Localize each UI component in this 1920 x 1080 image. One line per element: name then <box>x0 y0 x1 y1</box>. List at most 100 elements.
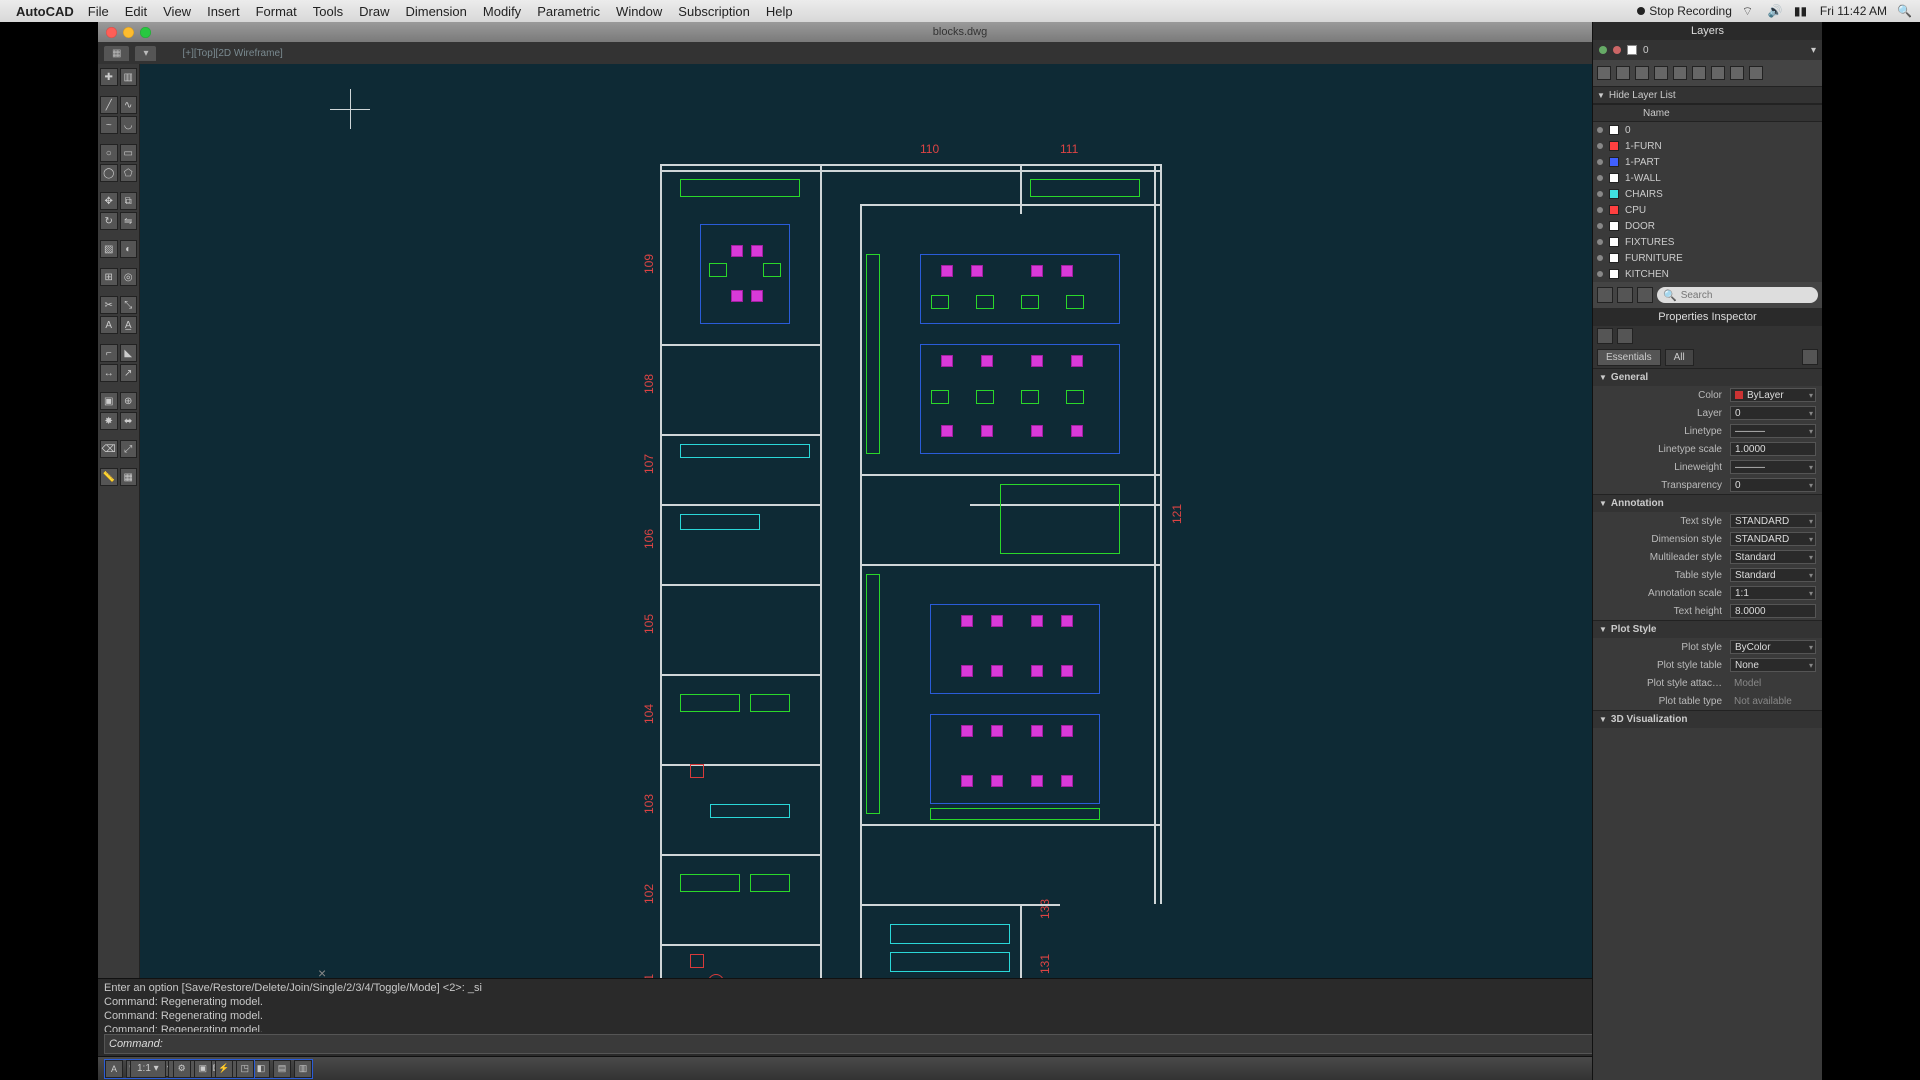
prop-color[interactable]: ByLayer▾ <box>1730 388 1816 402</box>
circle-tool[interactable]: ○ <box>100 144 118 162</box>
prop-ml-style[interactable]: Standard▾ <box>1730 550 1816 564</box>
menu-view[interactable]: View <box>155 4 199 19</box>
layer-on-header-icon[interactable] <box>1774 107 1786 119</box>
rotate-tool[interactable]: ↻ <box>100 212 118 230</box>
hatch-tool[interactable]: ▨ <box>100 240 118 258</box>
prop-transparency[interactable]: 0▾ <box>1730 478 1816 492</box>
sc-toggle[interactable]: ▥ <box>294 1060 312 1078</box>
props-settings-icon[interactable] <box>1802 349 1818 365</box>
line-tool[interactable]: ╱ <box>100 96 118 114</box>
menu-modify[interactable]: Modify <box>475 4 529 19</box>
tab-all[interactable]: All <box>1665 349 1694 366</box>
prop-anno-scale[interactable]: 1:1▾ <box>1730 586 1816 600</box>
section-3d-viz[interactable]: 3D Visualization <box>1593 711 1822 728</box>
quick-select-icon[interactable] <box>1597 328 1613 344</box>
menu-format[interactable]: Format <box>248 4 305 19</box>
hw-icon[interactable]: ⚡ <box>215 1060 233 1078</box>
current-layer-row[interactable]: 0 ▾ <box>1593 40 1822 60</box>
ellipse-tool[interactable]: ◯ <box>100 164 118 182</box>
section-plot[interactable]: Plot Style <box>1593 621 1822 638</box>
layer-iso-icon[interactable] <box>1616 66 1630 80</box>
cmd-close-icon[interactable]: × <box>318 965 326 981</box>
layer-lock-header-icon[interactable] <box>1806 107 1818 119</box>
wifi-icon[interactable]: ⌔ <box>1742 4 1758 18</box>
properties-tool[interactable]: ✚ <box>100 68 118 86</box>
menu-parametric[interactable]: Parametric <box>529 4 608 19</box>
chamfer-tool[interactable]: ◣ <box>120 344 138 362</box>
menu-help[interactable]: Help <box>758 4 801 19</box>
menu-draw[interactable]: Draw <box>351 4 397 19</box>
layer-match-icon[interactable] <box>1692 66 1706 80</box>
delete-layer-icon[interactable] <box>1617 287 1633 303</box>
layout-tab-icon[interactable]: ▦ <box>104 46 129 61</box>
leader-tool[interactable]: ↗ <box>120 364 138 382</box>
layer-list-toggle-row[interactable]: ▼ Hide Layer List <box>1593 86 1822 104</box>
extend-tool[interactable]: ⤡ <box>120 296 138 314</box>
text-tool[interactable]: A <box>100 316 118 334</box>
toolpalette-tool[interactable]: ▥ <box>120 68 138 86</box>
explode-tool[interactable]: ✸ <box>100 412 118 430</box>
prop-text-height[interactable]: 8.0000 <box>1730 604 1816 618</box>
prop-ltscale[interactable]: 1.0000 <box>1730 442 1816 456</box>
volume-icon[interactable]: 🔊 <box>1768 4 1784 18</box>
block-tool[interactable]: ▣ <box>100 392 118 410</box>
layer-freeze-icon[interactable] <box>1635 66 1649 80</box>
layer-lock-icon[interactable] <box>1673 66 1687 80</box>
rectangle-tool[interactable]: ▭ <box>120 144 138 162</box>
prop-plot-table[interactable]: None▾ <box>1730 658 1816 672</box>
insert-tool[interactable]: ⊕ <box>120 392 138 410</box>
offset-tool[interactable]: ◎ <box>120 268 138 286</box>
clock[interactable]: Fri 11:42 AM <box>1820 4 1887 18</box>
section-general[interactable]: General <box>1593 369 1822 386</box>
polyline-tool[interactable]: ∿ <box>120 96 138 114</box>
layer-bullet-header-icon[interactable] <box>1597 107 1609 119</box>
move-tool[interactable]: ✥ <box>100 192 118 210</box>
dimension-tool[interactable]: ↔ <box>100 364 118 382</box>
menu-tools[interactable]: Tools <box>305 4 351 19</box>
command-prompt[interactable]: Command: <box>104 1034 1816 1054</box>
annoscale-icon[interactable]: A <box>105 1060 123 1078</box>
menu-file[interactable]: File <box>80 4 117 19</box>
minimize-window-button[interactable] <box>123 27 134 38</box>
prop-dim-style[interactable]: STANDARD▾ <box>1730 532 1816 546</box>
fillet-tool[interactable]: ⌐ <box>100 344 118 362</box>
layout-dropdown-icon[interactable]: ▾ <box>135 46 156 61</box>
iso-icon[interactable]: ◳ <box>236 1060 254 1078</box>
prop-plot-style[interactable]: ByColor▾ <box>1730 640 1816 654</box>
layer-search-input[interactable] <box>1681 290 1812 301</box>
copy-tool[interactable]: ⧉ <box>120 192 138 210</box>
menu-subscription[interactable]: Subscription <box>670 4 758 19</box>
tab-essentials[interactable]: Essentials <box>1597 349 1661 366</box>
menu-edit[interactable]: Edit <box>117 4 155 19</box>
section-annotation[interactable]: Annotation <box>1593 495 1822 512</box>
spline-tool[interactable]: ~ <box>100 116 118 134</box>
menu-insert[interactable]: Insert <box>199 4 248 19</box>
mtext-tool[interactable]: A̲ <box>120 316 138 334</box>
menu-dimension[interactable]: Dimension <box>397 4 474 19</box>
layer-options-icon[interactable] <box>1637 287 1653 303</box>
join-tool[interactable]: ⬌ <box>120 412 138 430</box>
layer-search[interactable]: 🔍 <box>1657 287 1818 303</box>
array-tool[interactable]: ⊞ <box>100 268 118 286</box>
spotlight-icon[interactable]: 🔍 <box>1897 4 1912 18</box>
close-window-button[interactable] <box>106 27 117 38</box>
prop-lweight[interactable]: ———▾ <box>1730 460 1816 474</box>
layer-name-header[interactable]: Name <box>1629 108 1770 119</box>
layer-walk-icon[interactable] <box>1730 66 1744 80</box>
drawing-canvas[interactable]: E N S W TOP WCS ▾ 110 <box>140 64 1822 978</box>
annotation-scale[interactable]: 1:1 ▾ <box>130 1060 166 1078</box>
layer-state-icon[interactable] <box>1597 66 1611 80</box>
layer-color-header-icon[interactable] <box>1613 107 1625 119</box>
battery-icon[interactable]: ▮▮ <box>1794 4 1810 18</box>
measure-tool[interactable]: 📏 <box>100 468 118 486</box>
layer-props-icon[interactable] <box>1749 66 1763 80</box>
ws-icon[interactable]: ▣ <box>194 1060 212 1078</box>
new-layer-icon[interactable] <box>1597 287 1613 303</box>
layer-list[interactable]: 0 1-FURN 1-PART 1-WALL CHAIRS CPU DOOR F… <box>1593 122 1822 282</box>
layer-off-icon[interactable] <box>1654 66 1668 80</box>
command-input[interactable] <box>171 1038 1811 1050</box>
trim-tool[interactable]: ✂ <box>100 296 118 314</box>
gradient-tool[interactable]: ◐ <box>120 240 138 258</box>
menu-window[interactable]: Window <box>608 4 670 19</box>
table-tool[interactable]: ▦ <box>120 468 138 486</box>
